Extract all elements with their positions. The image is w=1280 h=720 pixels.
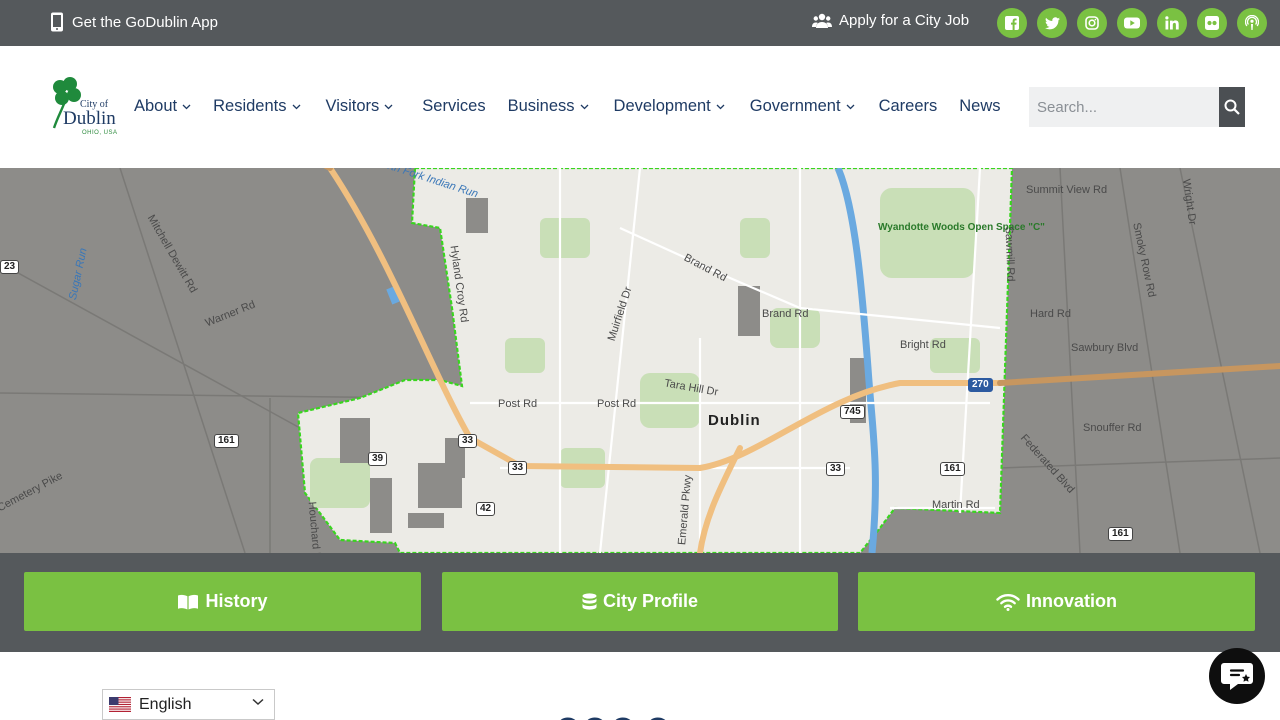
map-graphic [0, 168, 1280, 553]
language-selector[interactable]: English [102, 689, 275, 720]
nav-label: Business [507, 97, 575, 115]
search-form [1029, 87, 1245, 127]
route-shield: 33 [826, 462, 846, 476]
map-label-road: Post Rd [597, 398, 637, 410]
city-profile-button[interactable]: City Profile [442, 572, 838, 631]
nav-item-residents[interactable]: Residents [213, 97, 300, 116]
social-links [997, 8, 1267, 38]
linkedin-icon[interactable] [1157, 8, 1187, 38]
map-label-road: Summit View Rd [1026, 184, 1108, 196]
city-profile-label: City Profile [602, 591, 699, 611]
podcast-icon[interactable] [1237, 8, 1267, 38]
nav-label: Careers [878, 97, 938, 115]
route-shield: 23 [0, 260, 20, 274]
content-heading-peek [555, 712, 705, 720]
database-icon [582, 592, 597, 610]
nav-label: Services [422, 97, 486, 115]
search-button[interactable] [1219, 87, 1245, 127]
language-label: English [139, 695, 192, 713]
nav-label: Visitors [325, 97, 380, 115]
flickr-icon[interactable] [1197, 8, 1227, 38]
nav-item-about[interactable]: About [134, 97, 191, 116]
innovation-button[interactable]: Innovation [858, 572, 1255, 631]
nav-item-visitors[interactable]: Visitors [326, 97, 394, 116]
get-app-label: Get the GoDublin App [72, 13, 218, 31]
chat-button[interactable] [1209, 648, 1265, 704]
nav-label: Residents [213, 97, 287, 115]
city-logo[interactable]: City of Dublin OHIO, USA [48, 74, 122, 140]
route-shield: 39 [368, 452, 388, 466]
map-label-road: Hard Rd [1030, 308, 1071, 320]
map-label-road: Martin Rd [932, 499, 980, 511]
route-shield: 33 [508, 461, 528, 475]
map-label-park: Wyandotte Woods Open Space "C" [878, 222, 1045, 233]
route-shield: 161 [1108, 527, 1133, 541]
search-input[interactable] [1029, 87, 1219, 127]
quick-links-band: History City Profile Innovation [0, 553, 1280, 652]
book-open-icon [178, 594, 199, 609]
route-shield: 42 [476, 502, 496, 516]
map-label-city: Dublin [708, 412, 761, 429]
route-shield: 270 [968, 378, 993, 392]
nav-label: Government [749, 97, 841, 115]
map-label-road: Brand Rd [762, 308, 809, 320]
chevron-down-icon [384, 104, 393, 109]
apply-job-link[interactable]: Apply for a City Job [812, 12, 969, 29]
nav-item-business[interactable]: Business [508, 97, 589, 116]
nav-label: Development [613, 97, 711, 115]
facebook-icon[interactable] [997, 8, 1027, 38]
chevron-down-icon [580, 104, 588, 109]
chat-bubble-icon [1221, 663, 1253, 690]
history-button[interactable]: History [24, 572, 421, 631]
route-shield: 161 [940, 462, 965, 476]
logo-name: Dublin [63, 108, 116, 129]
chevron-down-icon [252, 698, 264, 706]
map-label-road: Bright Rd [900, 339, 946, 351]
history-label: History [205, 591, 268, 611]
chevron-down-icon [292, 104, 300, 109]
wifi-icon [996, 593, 1020, 611]
chevron-down-icon [716, 104, 725, 109]
get-app-link[interactable]: Get the GoDublin App [50, 12, 218, 32]
route-shield: 161 [214, 434, 239, 448]
heading-glyphs [560, 717, 666, 720]
logo-subtitle: OHIO, USA [82, 130, 118, 136]
site-header: City of Dublin OHIO, USA About Residents… [0, 46, 1280, 168]
youtube-icon[interactable] [1117, 8, 1147, 38]
top-bar: Get the GoDublin App Apply for a City Jo… [0, 0, 1280, 46]
nav-label: News [959, 97, 1001, 115]
search-icon [1224, 99, 1240, 115]
chevron-down-icon [846, 104, 855, 109]
map-label-road: Post Rd [498, 398, 538, 410]
nav-label: About [134, 97, 178, 115]
map-label-road: Sawbury Blvd [1071, 342, 1139, 354]
nav-item-government[interactable]: Government [750, 97, 855, 116]
apply-job-label: Apply for a City Job [839, 12, 970, 29]
innovation-label: Innovation [1026, 591, 1117, 611]
map-label-road: Sawmill Rd [1002, 226, 1017, 282]
nav-item-services[interactable]: Services [422, 97, 485, 116]
twitter-icon[interactable] [1037, 8, 1067, 38]
route-shield: 33 [458, 434, 478, 448]
nav-item-news[interactable]: News [959, 97, 1000, 116]
us-flag-icon [109, 697, 131, 712]
instagram-icon[interactable] [1077, 8, 1107, 38]
chevron-down-icon [182, 104, 191, 109]
city-boundary-map[interactable]: North Fork Indian Run Sugar Run Summit V… [0, 168, 1280, 553]
route-shield: 745 [840, 405, 865, 419]
mobile-phone-icon [51, 12, 63, 32]
nav-item-careers[interactable]: Careers [879, 97, 938, 116]
users-icon [812, 13, 832, 28]
main-nav: About Residents Visitors Services Busine… [134, 97, 1001, 116]
map-label-road: Snouffer Rd [1083, 422, 1142, 434]
nav-item-development[interactable]: Development [614, 97, 725, 116]
